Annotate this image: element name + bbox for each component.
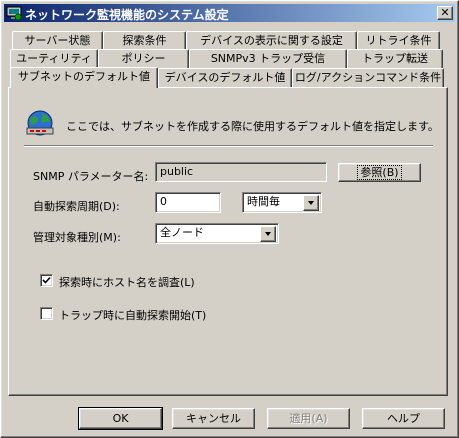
settings-dialog: ネットワーク監視機能のシステム設定 ✕ サーバー状態 探索条件 デバイスの表示に…: [0, 0, 459, 438]
managed-type-label: 管理対象種別(M):: [33, 231, 121, 244]
apply-button[interactable]: 適用(A): [267, 408, 350, 429]
tab-discovery-conditions[interactable]: 探索条件: [103, 31, 186, 50]
subnet-defaults-panel: ここでは、サブネットを作成する際に使用するデフォルト値を指定します。 SNMP …: [8, 87, 448, 396]
trap-discovery-checkbox[interactable]: [40, 307, 53, 320]
browse-button[interactable]: 参照(B): [338, 163, 421, 182]
close-icon: ✕: [440, 6, 450, 19]
tab-log-action-command[interactable]: ログ/アクションコマンド条件: [292, 68, 444, 87]
browse-button-label: 参照(B): [357, 165, 402, 180]
interval-unit-select[interactable]: 時間毎: [242, 192, 322, 213]
title-bar: ネットワーク監視機能のシステム設定 ✕: [4, 4, 455, 22]
chevron-down-icon[interactable]: [260, 226, 276, 242]
hostname-checkbox-label[interactable]: 探索時にホスト名を調査(L): [59, 274, 195, 290]
snmp-parameter-field[interactable]: public: [155, 162, 327, 182]
network-app-icon: [6, 6, 22, 21]
hostname-checkbox[interactable]: [40, 274, 53, 287]
snmp-parameter-label: SNMP パラメーター名:: [33, 170, 149, 183]
tab-device-display-settings[interactable]: デバイスの表示に関する設定: [186, 31, 357, 50]
ok-button[interactable]: OK: [78, 407, 163, 430]
managed-type-select[interactable]: 全ノード: [155, 223, 279, 244]
cancel-button[interactable]: キャンセル: [172, 408, 255, 429]
tab-trap-forwarding[interactable]: トラップ転送: [347, 49, 443, 68]
trap-discovery-checkbox-label[interactable]: トラップ時に自動探索開始(T): [59, 307, 206, 323]
discovery-interval-label: 自動探索周期(D):: [33, 200, 120, 213]
interval-unit-value: 時間毎: [247, 195, 280, 208]
chevron-down-icon[interactable]: [303, 195, 319, 211]
window-title: ネットワーク監視機能のシステム設定: [25, 8, 229, 22]
panel-description: ここでは、サブネットを作成する際に使用するデフォルト値を指定します。: [66, 120, 439, 133]
network-globe-icon: [26, 110, 54, 136]
checkmark-icon: [42, 276, 51, 284]
close-button[interactable]: ✕: [437, 6, 453, 20]
separator-line: [24, 145, 433, 147]
tab-retry-conditions[interactable]: リトライ条件: [357, 31, 440, 50]
tab-subnet-defaults[interactable]: サブネットのデフォルト値: [10, 67, 158, 88]
managed-type-value: 全ノード: [160, 226, 204, 239]
help-button[interactable]: ヘルプ: [362, 408, 445, 429]
discovery-interval-input[interactable]: 0: [155, 192, 221, 213]
tab-device-defaults[interactable]: デバイスのデフォルト値: [158, 68, 292, 87]
tab-snmpv3-trap-receive[interactable]: SNMPv3 トラップ受信: [189, 49, 347, 68]
tab-policy[interactable]: ポリシー: [98, 49, 189, 68]
tab-utility[interactable]: ユーティリティ: [10, 49, 98, 68]
tab-server-status[interactable]: サーバー状態: [12, 31, 103, 50]
